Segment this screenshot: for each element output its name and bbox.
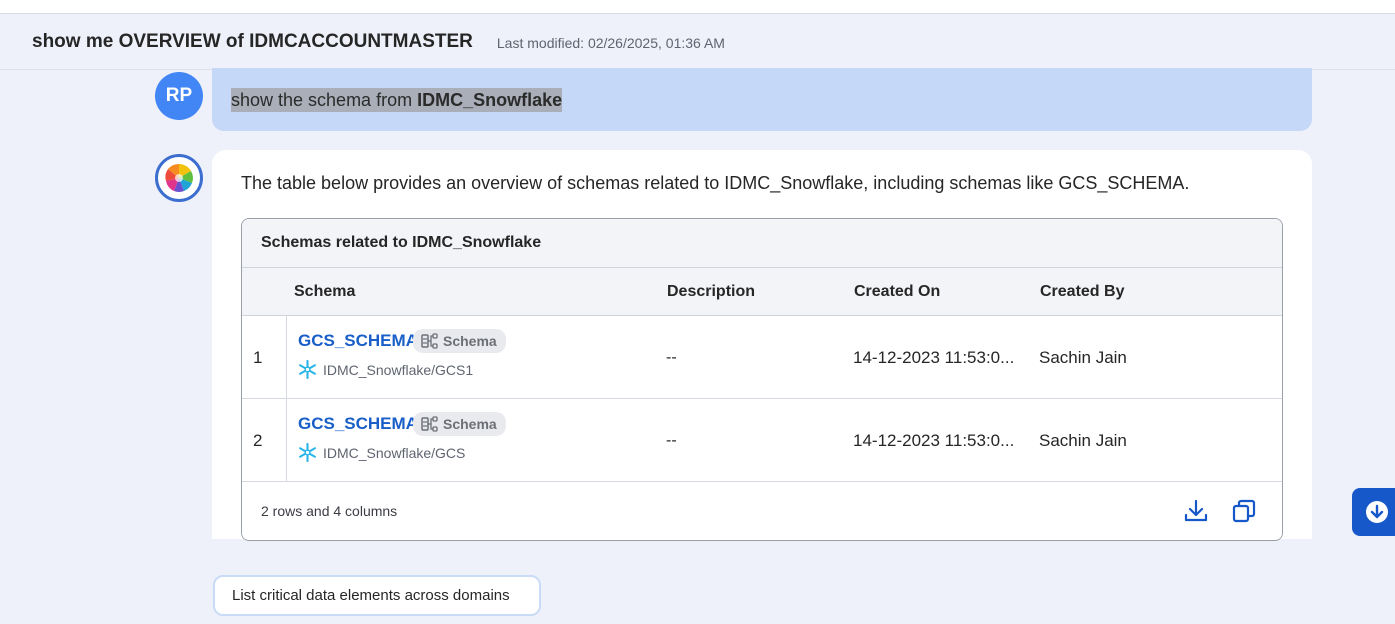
conversation-header: show me OVERVIEW of IDMCACCOUNTMASTER La… (0, 14, 1395, 70)
column-header-created-by[interactable]: Created By (1040, 283, 1124, 301)
column-header-description[interactable]: Description (667, 283, 755, 301)
row-index: 1 (253, 348, 263, 367)
copy-icon[interactable] (1231, 498, 1257, 524)
row-index-cell: 1 (242, 316, 287, 398)
user-message-prefix: show the schema from (231, 89, 418, 110)
snowflake-icon (299, 360, 316, 379)
suggestion-chip[interactable]: List critical data elements across domai… (213, 575, 541, 616)
user-avatar-initials: RP (165, 85, 193, 106)
schema-path: IDMC_Snowflake/GCS (298, 443, 465, 462)
assistant-avatar (155, 154, 203, 202)
schema-type-badge: Schema (413, 412, 506, 436)
table-row: 1 GCS_SCHEMA Schema IDMC_Snowflake/GCS1 … (242, 316, 1282, 399)
arrow-down-circle-icon (1366, 501, 1388, 523)
schema-table: Schemas related to IDMC_Snowflake Schema… (241, 218, 1283, 541)
schema-description: -- (666, 349, 677, 366)
schema-icon (421, 333, 438, 349)
assistant-message-text: The table below provides an overview of … (241, 173, 1190, 193)
user-avatar: RP (155, 72, 203, 120)
schema-type-badge: Schema (413, 329, 506, 353)
snowflake-icon (299, 443, 316, 462)
brain-logo-icon (165, 163, 193, 192)
schema-name-link[interactable]: GCS_SCHEMA (298, 414, 418, 434)
last-modified-text: Last modified: 02/26/2025, 01:36 AM (496, 35, 725, 51)
row-index: 2 (253, 431, 263, 450)
table-row: 2 GCS_SCHEMA Schema IDMC_Snowflake/GCS -… (242, 399, 1282, 482)
schema-created-by: Sachin Jain (1039, 348, 1127, 367)
column-header-schema[interactable]: Schema (294, 283, 355, 301)
assistant-message-card: The table below provides an overview of … (212, 150, 1312, 541)
schema-icon (421, 416, 438, 432)
top-bar (0, 0, 1395, 14)
column-header-created-on[interactable]: Created On (854, 283, 940, 301)
schema-path-text: IDMC_Snowflake/GCS (323, 444, 466, 461)
table-title: Schemas related to IDMC_Snowflake (242, 219, 1282, 268)
table-header-row: Schema Description Created On Created By (242, 268, 1282, 316)
user-message-text: show the schema from IDMC_Snowflake (231, 87, 563, 112)
conversation-title: show me OVERVIEW of IDMCACCOUNTMASTER (32, 30, 473, 52)
schema-badge-label: Schema (443, 416, 497, 432)
row-index-cell: 2 (242, 399, 287, 481)
schema-name-link[interactable]: GCS_SCHEMA (298, 331, 418, 351)
schema-description: -- (666, 432, 677, 449)
table-footer: 2 rows and 4 columns (242, 482, 1282, 539)
schema-path-text: IDMC_Snowflake/GCS1 (323, 361, 474, 378)
schema-badge-label: Schema (443, 333, 497, 349)
schema-created-on: 14-12-2023 11:53:0... (853, 431, 1015, 450)
user-message-bold: IDMC_Snowflake (417, 89, 563, 110)
download-icon[interactable] (1183, 498, 1209, 524)
scroll-to-bottom-button[interactable] (1352, 488, 1395, 536)
schema-path: IDMC_Snowflake/GCS1 (298, 360, 473, 379)
table-summary: 2 rows and 4 columns (261, 503, 398, 519)
schema-created-by: Sachin Jain (1039, 431, 1127, 450)
user-message-bubble: show the schema from IDMC_Snowflake (212, 68, 1312, 131)
schema-created-on: 14-12-2023 11:53:0... (853, 348, 1015, 367)
